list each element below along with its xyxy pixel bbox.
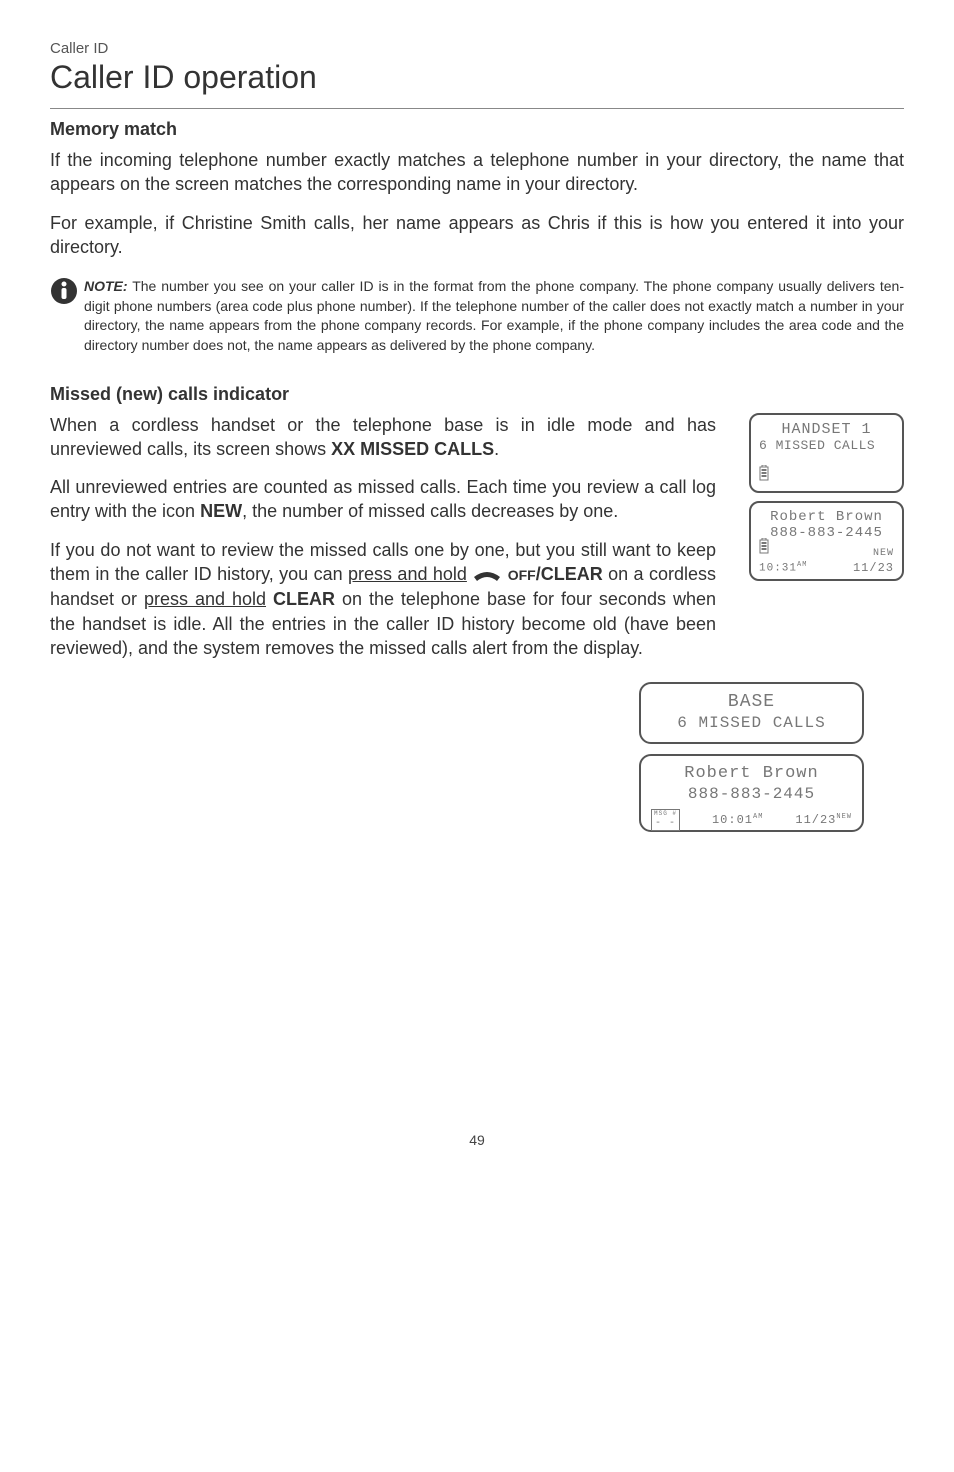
lcd-date: 11/23 bbox=[853, 561, 894, 575]
lcd-caller-number: 888-883-2445 bbox=[651, 785, 852, 803]
lcd-caller-name: Robert Brown bbox=[759, 509, 894, 525]
page-title: Caller ID operation bbox=[50, 59, 904, 96]
base-idle-screen: BASE 6 MISSED CALLS bbox=[639, 682, 864, 744]
lcd-line1: HANDSET 1 bbox=[759, 421, 894, 438]
lcd-line2: 6 MISSED CALLS bbox=[651, 714, 852, 732]
note-label: NOTE: bbox=[84, 278, 128, 294]
msg-indicator: MSG # - - bbox=[651, 809, 680, 830]
lcd-line1: BASE bbox=[651, 692, 852, 712]
missed-para2: All unreviewed entries are counted as mi… bbox=[50, 475, 716, 524]
base-detail-screen: Robert Brown 888-883-2445 MSG # - - 10:0… bbox=[639, 754, 864, 832]
text: , the number of missed calls decreases b… bbox=[242, 501, 618, 521]
page-number: 49 bbox=[50, 1132, 904, 1148]
missed-heading: Missed (new) calls indicator bbox=[50, 384, 904, 405]
handset-idle-screen: HANDSET 1 6 MISSED CALLS bbox=[749, 413, 904, 493]
battery-icon bbox=[759, 465, 769, 486]
memory-match-heading: Memory match bbox=[50, 119, 904, 140]
handset-detail-screen: Robert Brown 888-883-2445 NEW 10:31AM 11… bbox=[749, 501, 904, 581]
text-bold: XX MISSED CALLS bbox=[331, 439, 494, 459]
text bbox=[266, 589, 273, 609]
handset-screens-column: HANDSET 1 6 MISSED CALLS Robert Brown 88… bbox=[724, 413, 904, 581]
note-body: The number you see on your caller ID is … bbox=[84, 278, 904, 353]
text-bold: NEW bbox=[200, 501, 242, 521]
new-label: NEW bbox=[873, 548, 894, 559]
press-hold-1: press and hold bbox=[348, 564, 467, 584]
lcd-caller-name: Robert Brown bbox=[651, 764, 852, 783]
lcd-time: 10:01AM bbox=[712, 813, 763, 827]
missed-para3: If you do not want to review the missed … bbox=[50, 538, 716, 661]
lcd-time: 10:31AM bbox=[759, 561, 807, 575]
base-screens-column: BASE 6 MISSED CALLS Robert Brown 888-883… bbox=[639, 682, 864, 832]
memory-match-para1: If the incoming telephone number exactly… bbox=[50, 148, 904, 197]
note-text: NOTE: The number you see on your caller … bbox=[84, 277, 904, 355]
clear-label-2: CLEAR bbox=[273, 589, 335, 609]
section-label: Caller ID bbox=[50, 40, 904, 57]
info-icon bbox=[50, 277, 78, 305]
text: . bbox=[494, 439, 499, 459]
lcd-date: 11/23NEW bbox=[795, 813, 852, 827]
off-label: OFF bbox=[508, 567, 536, 583]
note-block: NOTE: The number you see on your caller … bbox=[50, 277, 904, 355]
divider bbox=[50, 108, 904, 109]
missed-para1: When a cordless handset or the telephone… bbox=[50, 413, 716, 462]
press-hold-2: press and hold bbox=[144, 589, 266, 609]
page-header: Caller ID Caller ID operation bbox=[50, 40, 904, 109]
lcd-caller-number: 888-883-2445 bbox=[759, 525, 894, 541]
clear-label: /CLEAR bbox=[536, 564, 603, 584]
battery-icon bbox=[759, 538, 769, 559]
phone-off-icon bbox=[472, 563, 502, 587]
memory-match-para2: For example, if Christine Smith calls, h… bbox=[50, 211, 904, 260]
lcd-line2: 6 MISSED CALLS bbox=[759, 438, 894, 453]
